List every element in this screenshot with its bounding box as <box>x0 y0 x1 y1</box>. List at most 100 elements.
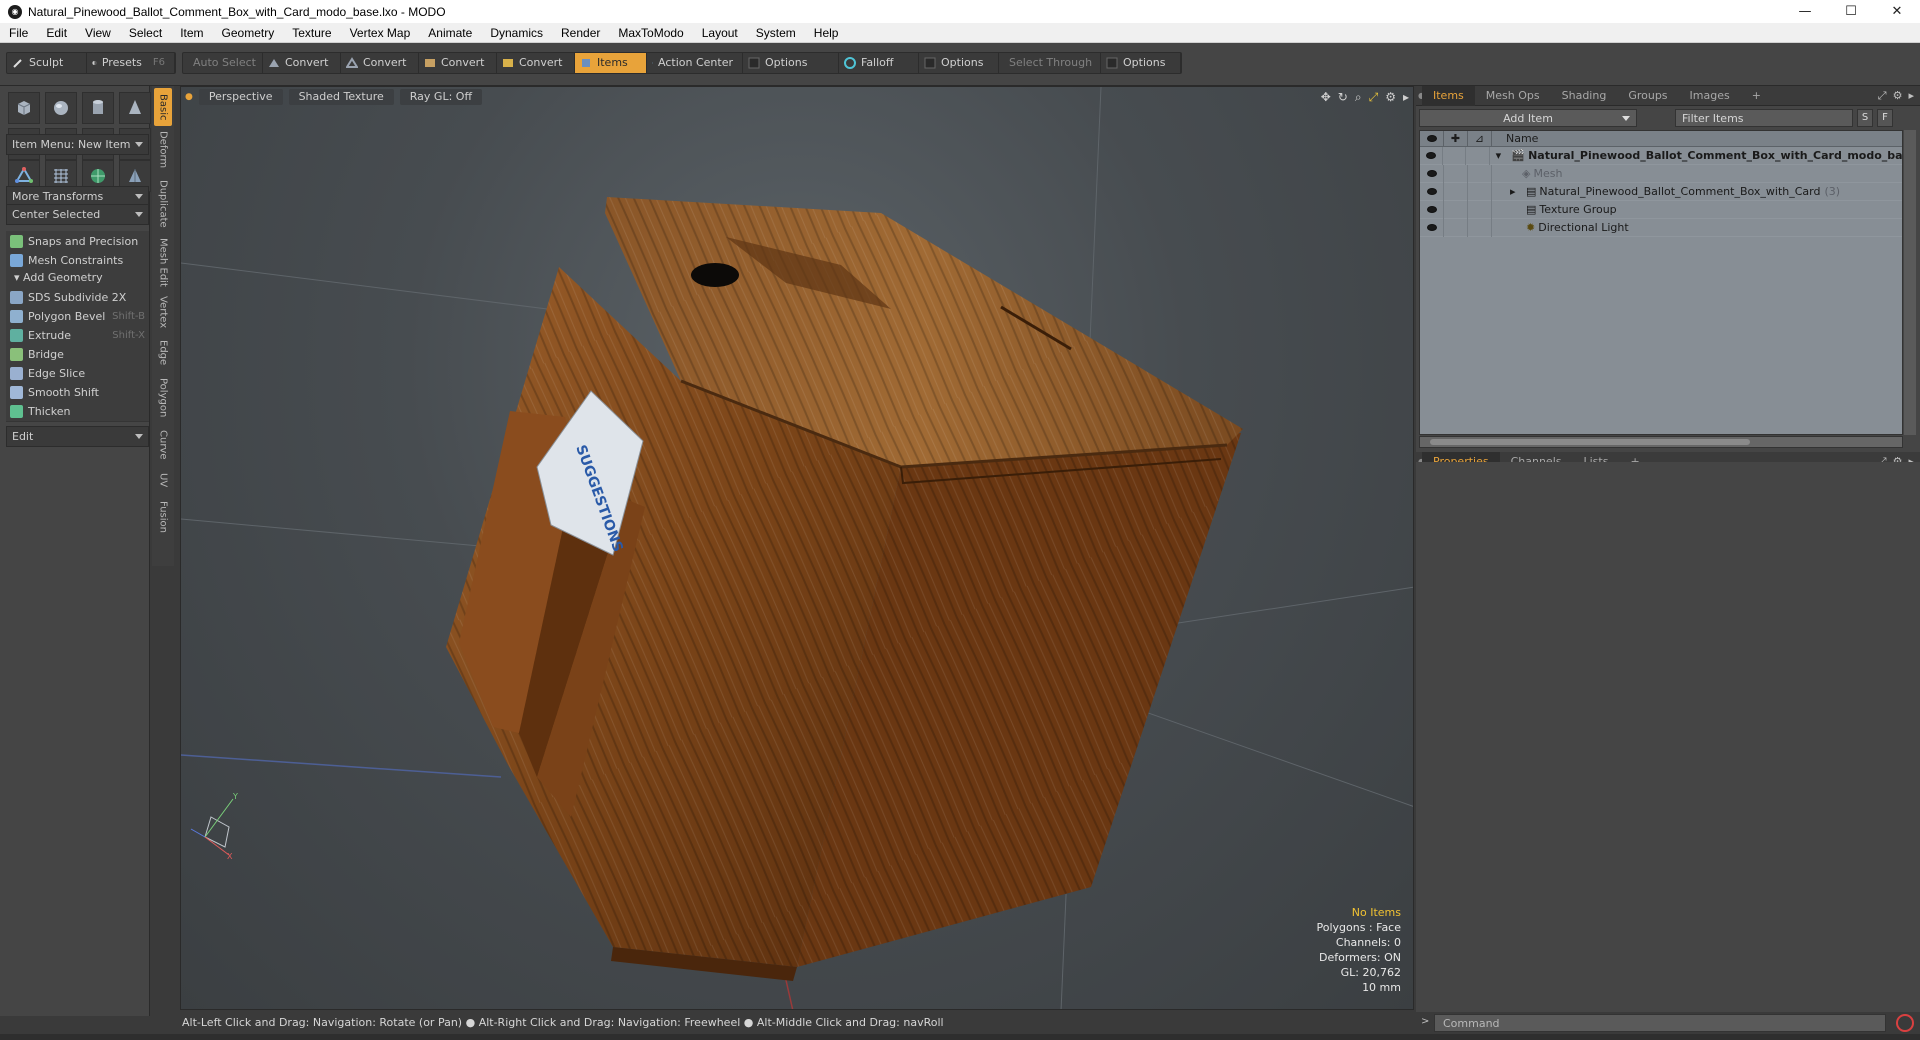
select-through-button[interactable]: Select Through <box>999 53 1101 73</box>
tab-mesh-ops[interactable]: Mesh Ops <box>1475 86 1551 106</box>
expand-arrow-icon[interactable]: ▸ <box>1403 90 1409 105</box>
extrude-button[interactable]: Extrude Shift-X <box>6 325 149 346</box>
minimize-button[interactable]: — <box>1782 0 1828 23</box>
name-column-header[interactable]: Name <box>1492 132 1538 145</box>
menu-animate[interactable]: Animate <box>419 26 481 40</box>
expand-icon[interactable]: ⤢ <box>1878 89 1887 103</box>
convert-edges-button[interactable]: Convert <box>341 53 419 73</box>
tab-vertex[interactable]: Vertex <box>154 292 172 332</box>
visibility-toggle[interactable] <box>1420 146 1444 165</box>
falloff-options-button[interactable]: Options <box>919 53 999 73</box>
tab-curve[interactable]: Curve <box>154 426 172 464</box>
menu-texture[interactable]: Texture <box>283 26 340 40</box>
falloff-button[interactable]: Falloff <box>839 53 919 73</box>
action-center-button[interactable]: Action Center <box>647 53 743 73</box>
menu-vertex-map[interactable]: Vertex Map <box>341 26 420 40</box>
menu-render[interactable]: Render <box>552 26 609 40</box>
items-mode-button[interactable]: Items <box>575 53 647 73</box>
tab-items[interactable]: Items <box>1422 85 1475 106</box>
menu-edit[interactable]: Edit <box>37 26 76 40</box>
mesh-constraints-button[interactable]: Mesh Constraints <box>6 250 149 271</box>
sphere-primitive-button[interactable] <box>45 92 77 124</box>
menu-select[interactable]: Select <box>120 26 171 40</box>
tree-row-light[interactable]: ✹ Directional Light <box>1420 218 1902 237</box>
sds-subdivide-button[interactable]: SDS Subdivide 2X <box>6 287 149 308</box>
command-input[interactable]: Command <box>1434 1014 1886 1032</box>
maximize-button[interactable]: ☐ <box>1828 0 1874 23</box>
chevron-right-icon[interactable]: ▸ <box>1908 89 1914 103</box>
menu-file[interactable]: File <box>0 26 37 40</box>
tree-row-group[interactable]: ▸ ▤ Natural_Pinewood_Ballot_Comment_Box_… <box>1420 182 1902 201</box>
tab-images[interactable]: Images <box>1679 86 1741 106</box>
item-menu-dropdown[interactable]: Item Menu: New Item <box>6 134 149 155</box>
menu-view[interactable]: View <box>76 26 120 40</box>
tree-vertical-scrollbar[interactable] <box>1904 130 1916 435</box>
thicken-button[interactable]: Thicken <box>6 401 149 422</box>
tab-groups[interactable]: Groups <box>1617 86 1678 106</box>
visibility-toggle[interactable] <box>1420 182 1444 201</box>
filter-items-input[interactable]: Filter Items <box>1675 109 1853 127</box>
polygon-bevel-button[interactable]: Polygon Bevel Shift-B <box>6 306 149 327</box>
action-center-options-button[interactable]: Options <box>743 53 839 73</box>
add-item-dropdown[interactable]: Add Item <box>1419 109 1637 127</box>
visibility-toggle[interactable] <box>1420 200 1444 219</box>
tab-duplicate[interactable]: Duplicate <box>154 176 172 232</box>
3d-viewport[interactable]: SUGGESTIONS Y X ● Perspective Shaded Tex… <box>180 86 1414 1010</box>
menu-dynamics[interactable]: Dynamics <box>481 26 552 40</box>
sculpt-button[interactable]: Sculpt <box>7 53 87 73</box>
fit-icon[interactable]: ⤢ <box>1369 90 1379 105</box>
add-geometry-header[interactable]: ▾ Add Geometry <box>6 269 149 287</box>
menu-system[interactable]: System <box>747 26 805 40</box>
s-toggle-button[interactable]: S <box>1857 109 1873 127</box>
cylinder-primitive-button[interactable] <box>82 92 114 124</box>
convert-vertices-button[interactable]: Convert <box>263 53 341 73</box>
shading-mode-button[interactable]: Shaded Texture <box>288 89 394 105</box>
convert-materials-button[interactable]: Convert <box>497 53 575 73</box>
edit-dropdown[interactable]: Edit <box>6 426 149 447</box>
tab-polygon[interactable]: Polygon <box>154 374 172 422</box>
tab-fusion[interactable]: Fusion <box>154 496 172 538</box>
bridge-button[interactable]: Bridge <box>6 344 149 365</box>
tab-basic[interactable]: Basic <box>154 88 172 126</box>
center-selected-dropdown[interactable]: Center Selected <box>6 204 149 225</box>
auto-select-button[interactable]: Auto Select <box>183 53 263 73</box>
tab-mesh-edit[interactable]: Mesh Edit <box>154 236 172 288</box>
tree-horizontal-scrollbar[interactable] <box>1419 436 1903 448</box>
menu-item[interactable]: Item <box>171 26 212 40</box>
menu-help[interactable]: Help <box>805 26 848 40</box>
snaps-precision-button[interactable]: Snaps and Precision <box>6 231 149 252</box>
expand-arrow-icon[interactable]: ▾ <box>1496 149 1504 162</box>
lock-column-icon[interactable]: ✚ <box>1444 130 1468 147</box>
gear-icon[interactable]: ⚙ <box>1385 90 1396 105</box>
viewport-menu-dot[interactable]: ● <box>185 92 193 102</box>
gear-icon[interactable]: ⚙ <box>1893 89 1903 103</box>
tab-deform[interactable]: Deform <box>154 128 172 172</box>
close-button[interactable]: ✕ <box>1874 0 1920 23</box>
presets-button[interactable]: Presets F6 <box>87 53 175 73</box>
convert-polygons-button[interactable]: Convert <box>419 53 497 73</box>
tab-uv[interactable]: UV <box>154 468 172 492</box>
edge-slice-button[interactable]: Edge Slice <box>6 363 149 384</box>
menu-geometry[interactable]: Geometry <box>213 26 284 40</box>
smooth-shift-button[interactable]: Smooth Shift <box>6 382 149 403</box>
pan-icon[interactable]: ✥ <box>1321 90 1331 105</box>
f-toggle-button[interactable]: F <box>1877 109 1893 127</box>
tree-row-scene[interactable]: ▾ 🎬 Natural_Pinewood_Ballot_Comment_Box_… <box>1420 146 1902 165</box>
render-column-icon[interactable]: ⊿ <box>1468 130 1492 147</box>
zoom-icon[interactable]: ⌕ <box>1355 90 1362 105</box>
tree-row-texture-group[interactable]: ▤ Texture Group <box>1420 200 1902 219</box>
select-through-options-button[interactable]: Options <box>1101 53 1181 73</box>
menu-maxtomodo[interactable]: MaxToModo <box>609 26 692 40</box>
tab-edge[interactable]: Edge <box>154 336 172 370</box>
tree-row-mesh[interactable]: ◈ Mesh <box>1420 164 1902 183</box>
expand-arrow-icon[interactable]: ▸ <box>1510 185 1518 198</box>
visibility-toggle[interactable] <box>1420 218 1444 237</box>
command-clear-icon[interactable] <box>1896 1014 1914 1032</box>
add-tab-button[interactable]: + <box>1741 86 1772 106</box>
cube-primitive-button[interactable] <box>8 92 40 124</box>
raygl-toggle[interactable]: Ray GL: Off <box>399 89 483 105</box>
tab-shading[interactable]: Shading <box>1551 86 1618 106</box>
visibility-toggle[interactable] <box>1420 164 1444 183</box>
scrollbar-thumb[interactable] <box>1430 439 1750 445</box>
view-perspective-button[interactable]: Perspective <box>198 89 283 105</box>
